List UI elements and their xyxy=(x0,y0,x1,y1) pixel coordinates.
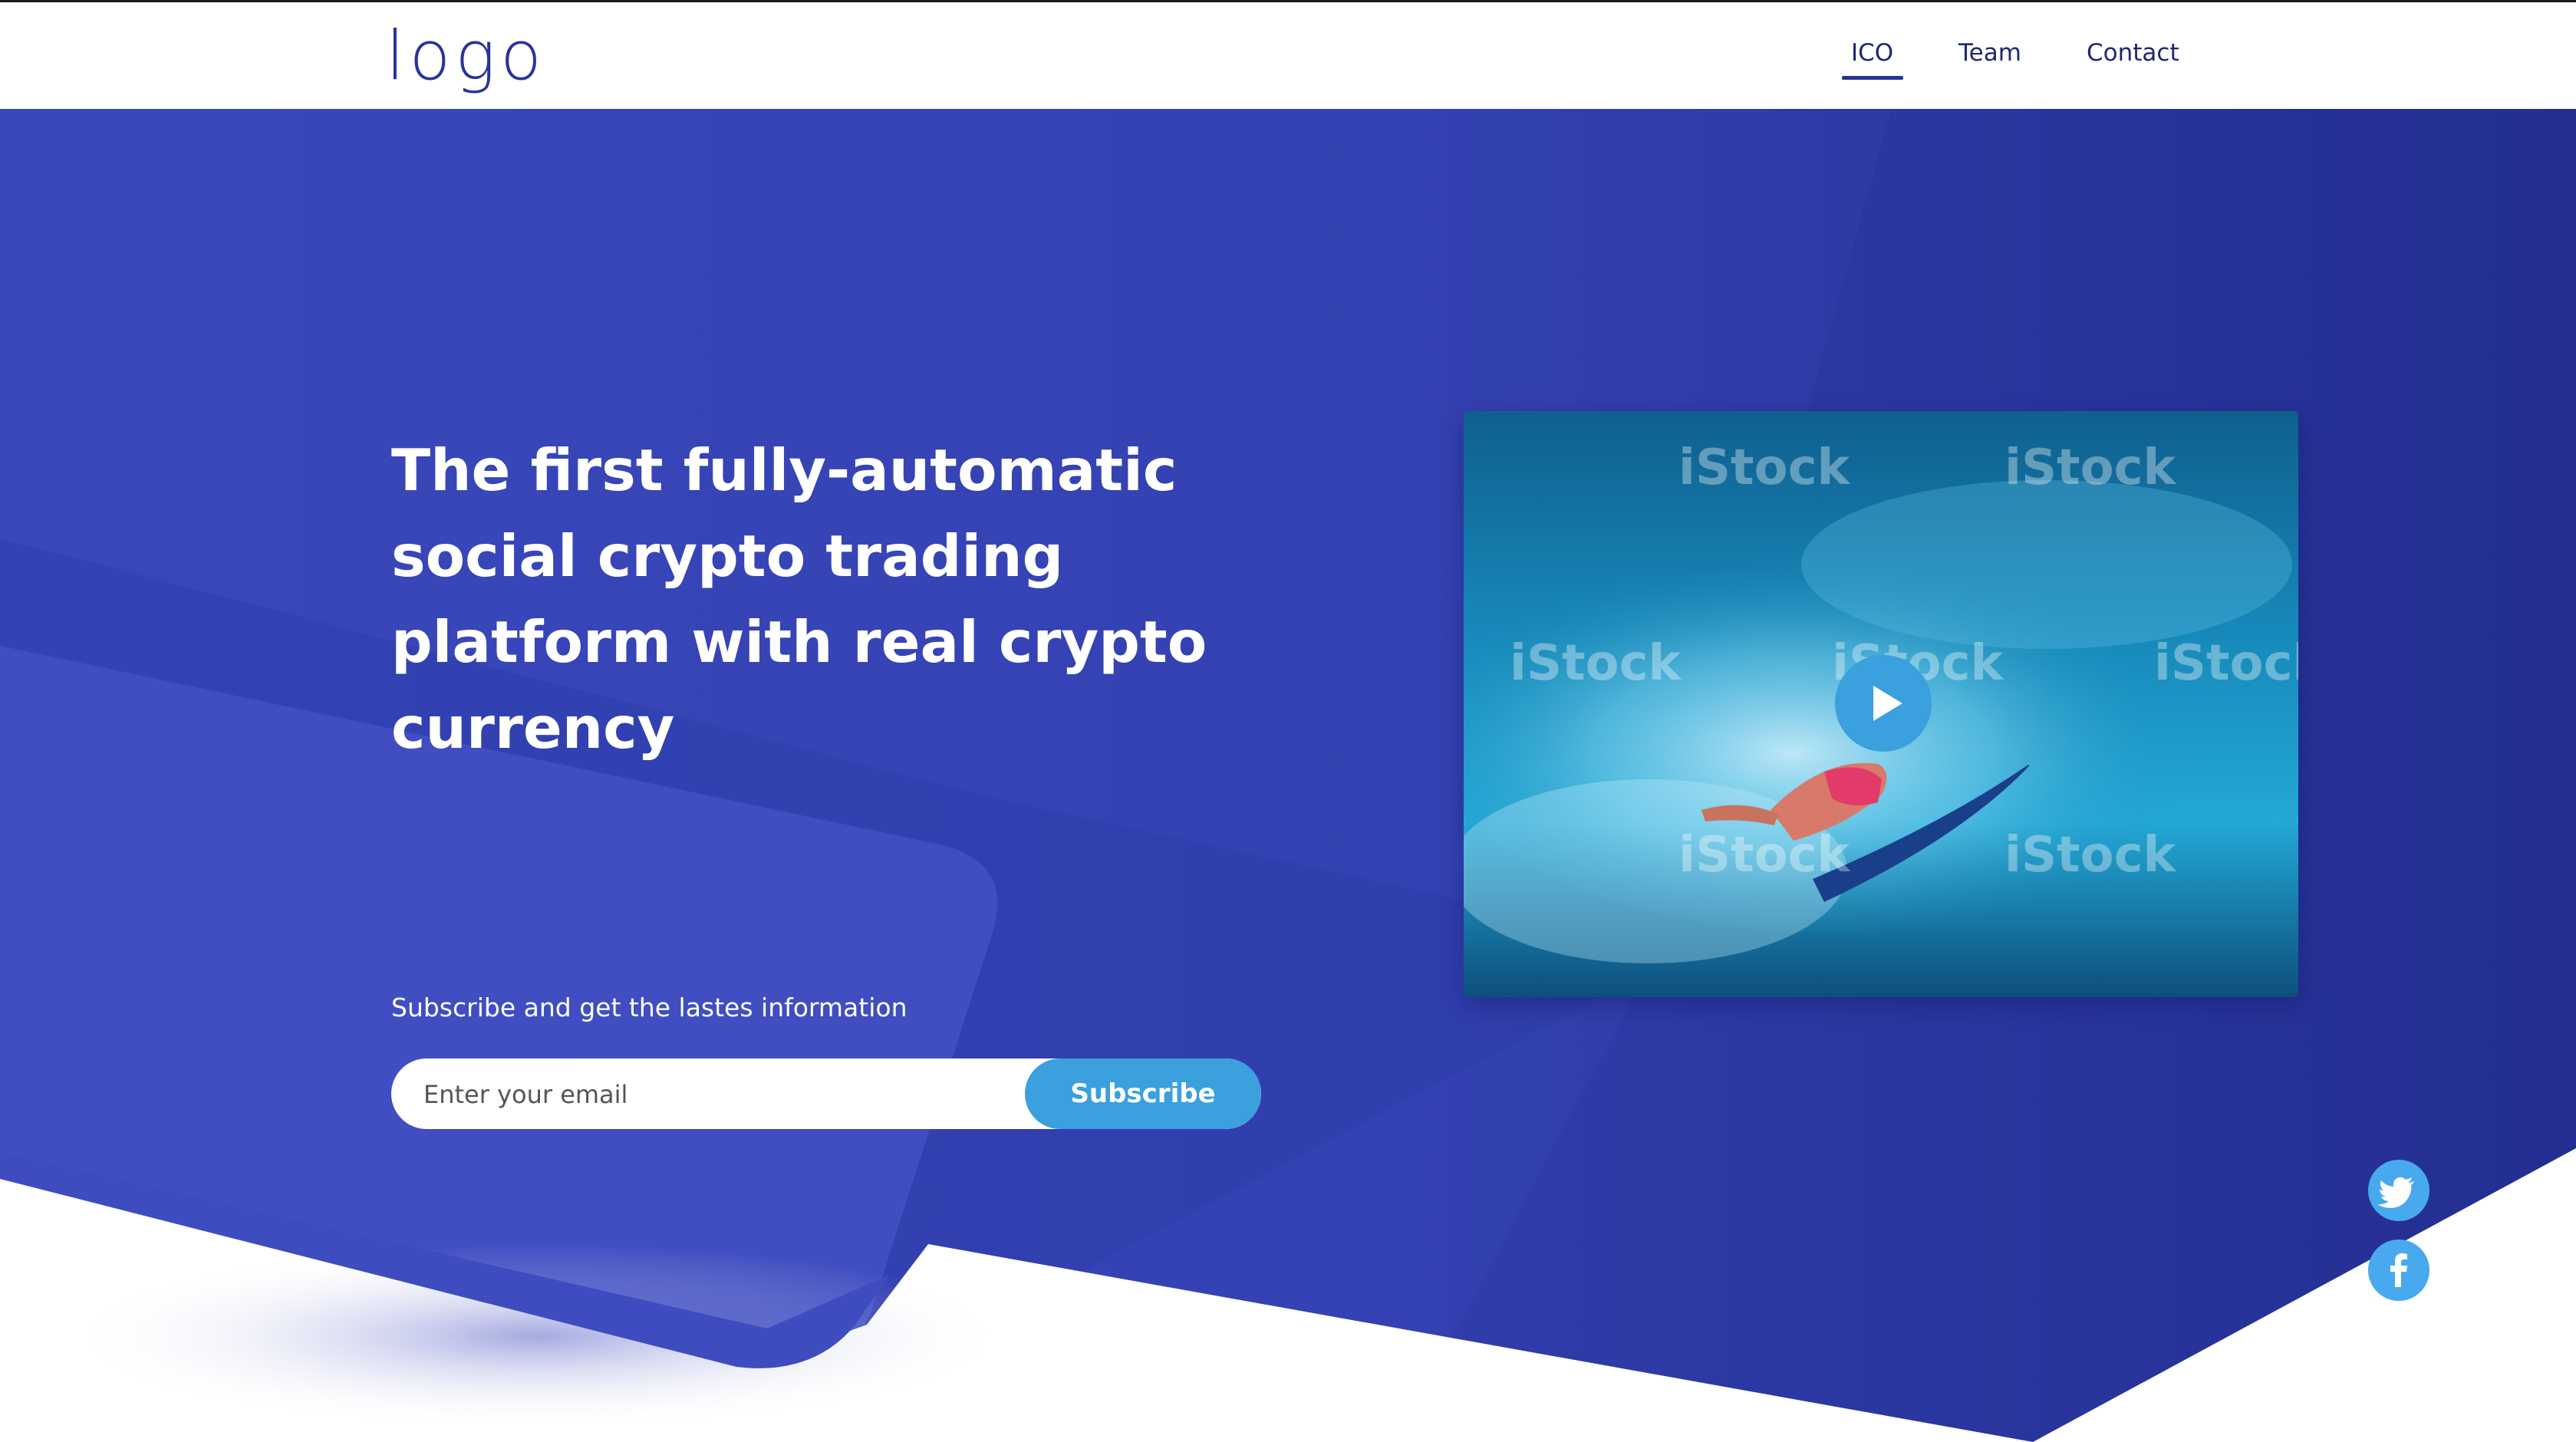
site-header: logo ICO Team Contact xyxy=(0,2,2576,109)
svg-text:iStock: iStock xyxy=(2004,827,2177,884)
facebook-link[interactable] xyxy=(2368,1240,2429,1301)
svg-text:iStock: iStock xyxy=(2154,635,2298,692)
video-player[interactable]: iStock iStock iStock iStock iStock iStoc… xyxy=(1464,411,2298,997)
landing-page: logo ICO Team Contact The first fully-au… xyxy=(0,0,2576,1442)
email-input[interactable] xyxy=(422,1058,1023,1129)
subscribe-button[interactable]: Subscribe xyxy=(1025,1058,1261,1129)
nav-active-indicator xyxy=(1842,76,1903,80)
scroll-down-button[interactable] xyxy=(1240,1319,1332,1411)
hero-headline: The first fully-automatic social crypto … xyxy=(391,436,1207,762)
svg-text:iStock: iStock xyxy=(2004,440,2177,496)
play-icon xyxy=(1873,686,1902,721)
nav-ico[interactable]: ICO xyxy=(1851,39,1893,67)
subscribe-form: Subscribe xyxy=(391,1058,1261,1129)
hero-section: The first fully-automatic social crypto … xyxy=(0,109,2576,1442)
subscribe-label: Subscribe and get the lastes information xyxy=(391,993,908,1022)
facebook-icon xyxy=(2390,1253,2407,1287)
nav-contact[interactable]: Contact xyxy=(2087,39,2179,67)
nav-team[interactable]: Team xyxy=(1958,39,2021,67)
arrow-down-icon xyxy=(1271,1347,1302,1384)
play-button[interactable] xyxy=(1835,655,1932,752)
svg-text:iStock: iStock xyxy=(1510,635,1682,692)
twitter-link[interactable] xyxy=(2368,1160,2429,1221)
twitter-icon xyxy=(2377,1177,2414,1208)
logo[interactable]: logo xyxy=(386,16,546,95)
svg-text:iStock: iStock xyxy=(1678,827,1851,884)
svg-text:iStock: iStock xyxy=(1678,440,1851,496)
